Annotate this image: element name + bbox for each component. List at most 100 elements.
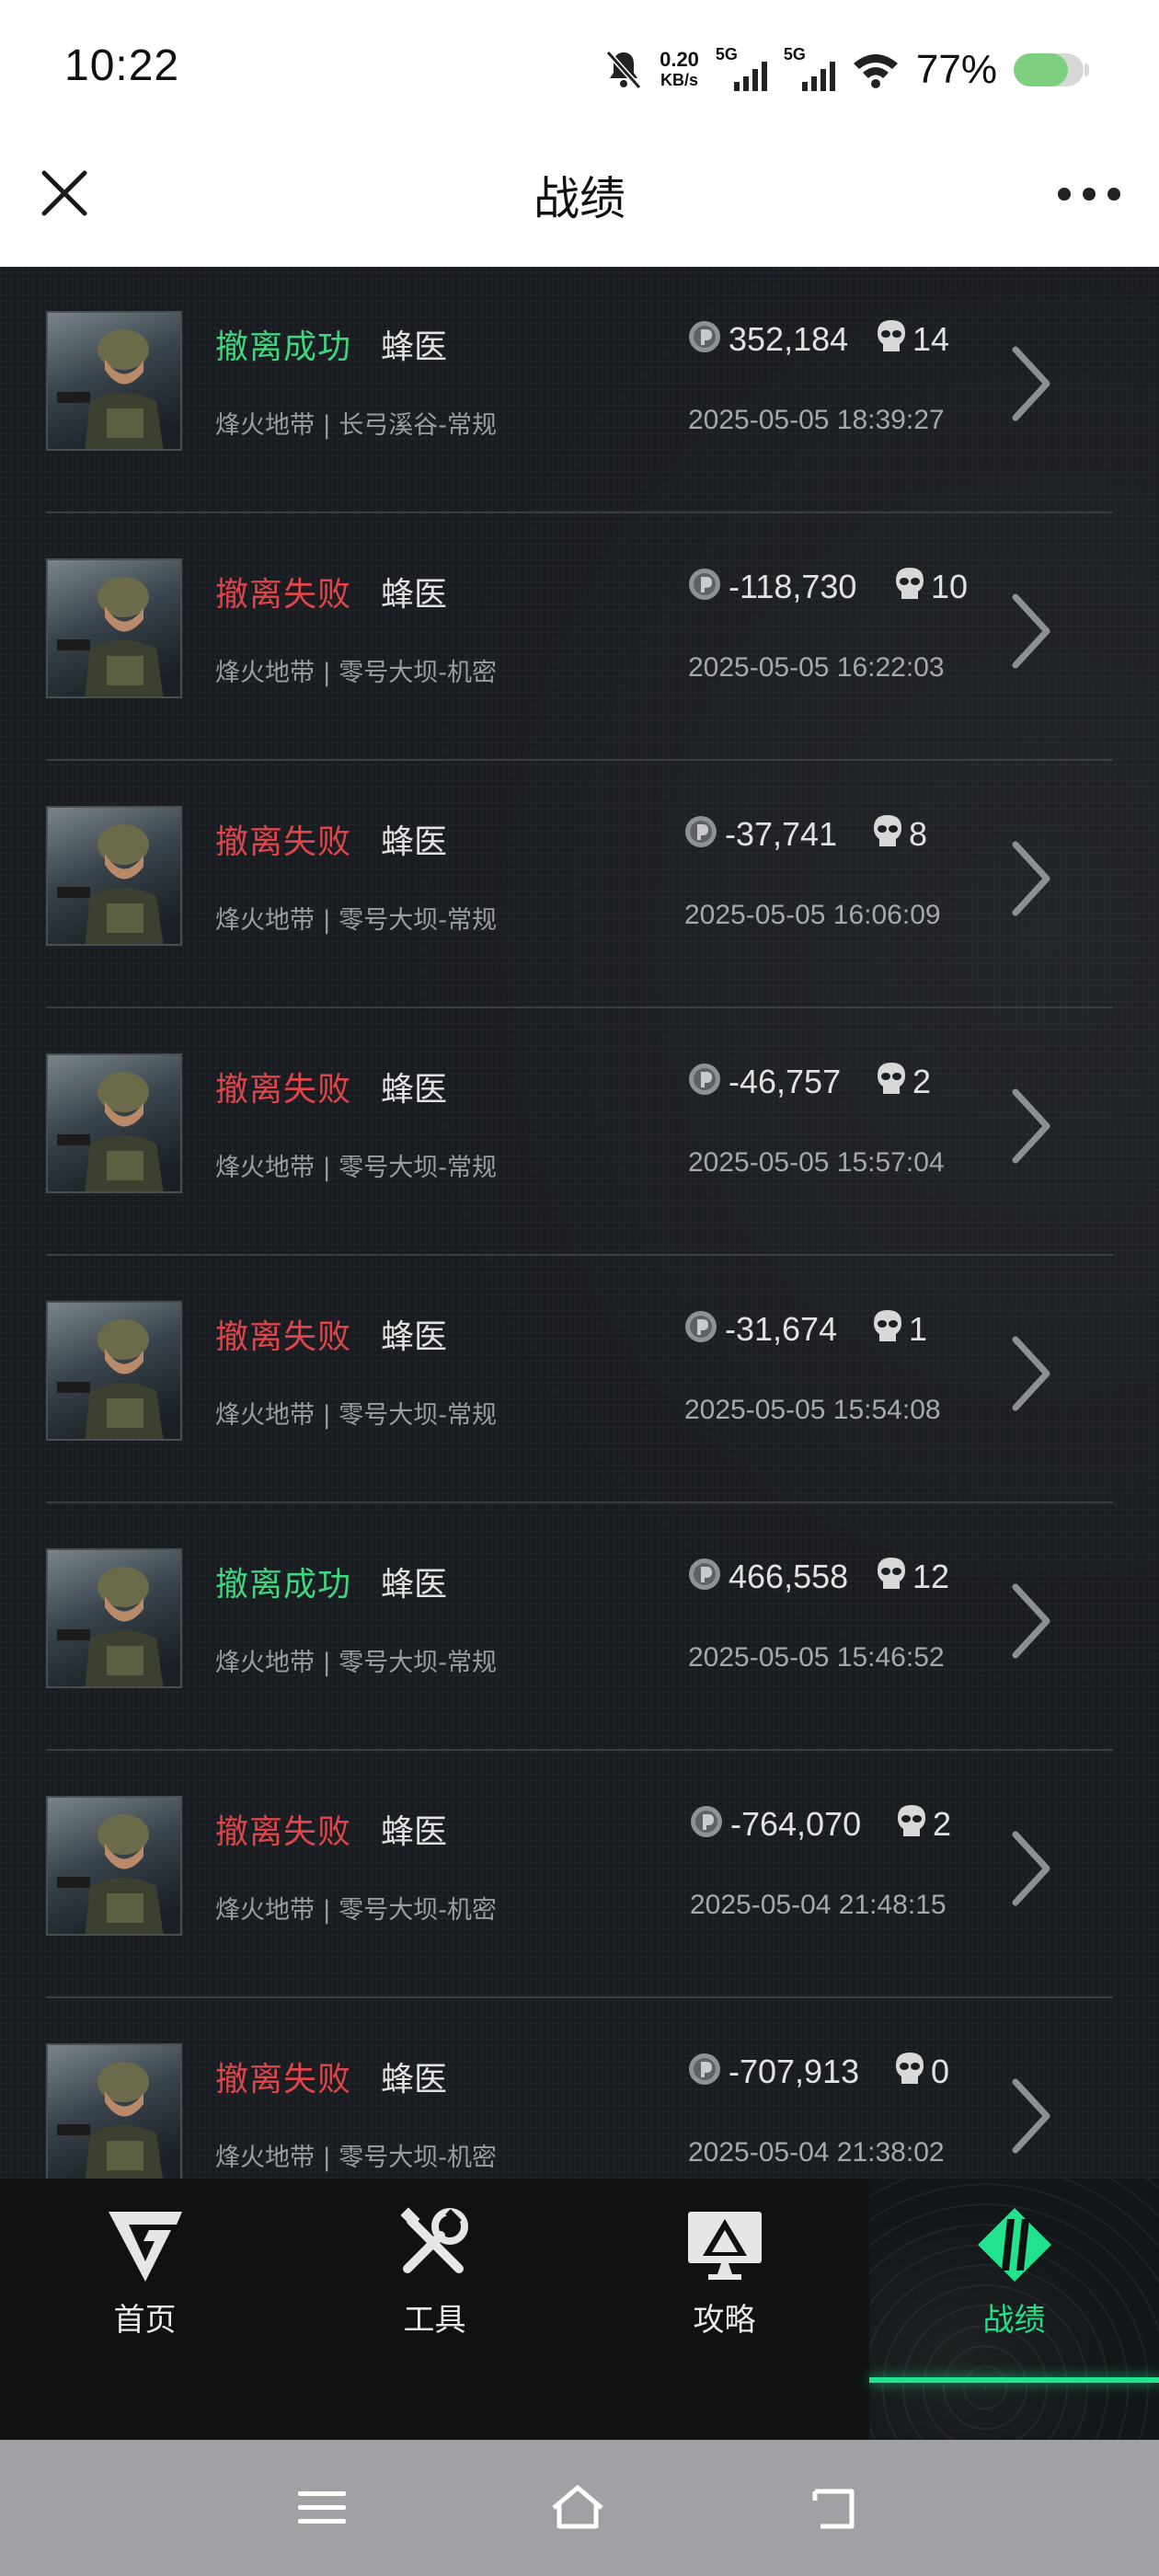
kill-count: 0 bbox=[931, 2053, 950, 2090]
record-row[interactable]: 撤离成功 蜂医 烽火地带 | 零号大坝-常规 466,558 12 2025-0… bbox=[46, 1504, 1113, 1751]
signal-icon bbox=[801, 62, 835, 91]
result-label: 撤离失败 bbox=[215, 576, 352, 614]
chevron-right-icon[interactable] bbox=[1008, 2076, 1054, 2156]
status-icons: 0.20 KB/s 5G 5G 77% bbox=[604, 42, 1089, 98]
match-time: 2025-05-05 15:57:04 bbox=[688, 1147, 945, 1178]
net-speed-unit: KB/s bbox=[660, 71, 699, 89]
chevron-right-icon[interactable] bbox=[1008, 1829, 1054, 1908]
more-icon[interactable] bbox=[1058, 175, 1120, 213]
result-label: 撤离失败 bbox=[215, 1813, 352, 1851]
home-icon[interactable] bbox=[550, 2480, 605, 2536]
map-info: 烽火地带 | 零号大坝-机密 bbox=[215, 659, 498, 687]
kill-count: 8 bbox=[909, 815, 928, 853]
match-time: 2025-05-05 16:22:03 bbox=[688, 652, 945, 683]
operator-name: 蜂医 bbox=[381, 823, 448, 861]
avatar bbox=[46, 806, 182, 946]
avatar bbox=[46, 1053, 182, 1193]
value-amount: 466,558 bbox=[729, 1558, 849, 1595]
match-time: 2025-05-05 18:39:27 bbox=[688, 405, 945, 435]
avatar bbox=[46, 311, 182, 451]
map-info: 烽火地带 | 零号大坝-机密 bbox=[215, 1896, 498, 1925]
chevron-right-icon[interactable] bbox=[1008, 592, 1054, 671]
map-info: 烽火地带 | 长弓溪谷-常规 bbox=[215, 411, 498, 440]
signal-sim2: 5G bbox=[784, 45, 835, 91]
match-time: 2025-05-05 16:06:09 bbox=[684, 900, 941, 930]
chevron-right-icon[interactable] bbox=[1008, 839, 1054, 918]
battery-percent: 77% bbox=[915, 47, 997, 92]
tab-tools[interactable]: 工具 bbox=[290, 2179, 580, 2440]
tab-guide[interactable]: 攻略 bbox=[580, 2179, 869, 2440]
avatar bbox=[46, 1796, 182, 1936]
coin-icon bbox=[691, 1806, 722, 1837]
active-tab-indicator bbox=[869, 2377, 1159, 2383]
record-row[interactable]: 撤离失败 蜂医 烽火地带 | 零号大坝-机密 -707,913 0 2025-0… bbox=[46, 1999, 1113, 2179]
tab-home[interactable]: 首页 bbox=[0, 2179, 290, 2440]
skull-icon bbox=[878, 1063, 905, 1094]
avatar bbox=[46, 558, 182, 698]
record-row[interactable]: 撤离失败 蜂医 烽火地带 | 零号大坝-常规 -31,674 1 2025-05… bbox=[46, 1257, 1113, 1503]
bottom-tab-bar: 首页 工具 攻略 战绩 bbox=[0, 2179, 1159, 2440]
record-row[interactable]: 撤离失败 蜂医 烽火地带 | 零号大坝-常规 -46,757 2 2025-05… bbox=[46, 1009, 1113, 1256]
record-row[interactable]: 撤离成功 蜂医 烽火地带 | 长弓溪谷-常规 352,184 14 2025-0… bbox=[46, 267, 1113, 513]
skull-icon bbox=[874, 815, 901, 846]
operator-name: 蜂医 bbox=[381, 2061, 448, 2099]
kill-count: 2 bbox=[912, 1063, 932, 1100]
coin-icon bbox=[685, 1311, 717, 1342]
operator-name: 蜂医 bbox=[381, 576, 448, 614]
skull-icon bbox=[898, 1805, 925, 1836]
result-label: 撤离失败 bbox=[215, 2061, 352, 2099]
value-amount: -31,674 bbox=[725, 1310, 838, 1348]
tab-records[interactable]: 战绩 bbox=[869, 2179, 1159, 2440]
operator-name: 蜂医 bbox=[381, 328, 448, 366]
tools-icon bbox=[400, 2207, 468, 2273]
value-amount: -118,730 bbox=[729, 568, 857, 605]
signal-icon bbox=[733, 62, 767, 91]
tab-label: 战绩 bbox=[982, 2302, 1046, 2339]
page-title: 战绩 bbox=[534, 172, 625, 225]
net-speed: 0.20 KB/s bbox=[660, 50, 699, 90]
coin-icon bbox=[685, 816, 717, 847]
record-row[interactable]: 撤离失败 蜂医 烽火地带 | 零号大坝-机密 -764,070 2 2025-0… bbox=[46, 1752, 1113, 1998]
chevron-right-icon[interactable] bbox=[1008, 344, 1054, 423]
menu-icon[interactable] bbox=[294, 2480, 350, 2536]
coin-icon bbox=[689, 1558, 720, 1590]
match-time: 2025-05-04 21:38:02 bbox=[688, 2137, 945, 2168]
wifi-icon bbox=[853, 54, 898, 88]
chevron-right-icon[interactable] bbox=[1008, 1581, 1054, 1661]
status-time: 10:22 bbox=[64, 41, 180, 90]
result-label: 撤离失败 bbox=[215, 823, 352, 861]
match-time: 2025-05-04 21:48:15 bbox=[690, 1890, 947, 1920]
bell-muted-icon bbox=[605, 50, 642, 90]
value-amount: -764,070 bbox=[730, 1805, 862, 1843]
signal-sim1: 5G bbox=[716, 45, 767, 91]
operator-name: 蜂医 bbox=[381, 1566, 448, 1604]
map-info: 烽火地带 | 零号大坝-常规 bbox=[215, 906, 498, 935]
back-icon[interactable] bbox=[808, 2480, 863, 2536]
tab-label: 攻略 bbox=[693, 2302, 756, 2339]
battery-icon bbox=[1014, 53, 1089, 86]
value-amount: -707,913 bbox=[729, 2053, 860, 2090]
chevron-right-icon[interactable] bbox=[1008, 1087, 1054, 1166]
operator-name: 蜂医 bbox=[381, 1813, 448, 1851]
map-info: 烽火地带 | 零号大坝-常规 bbox=[215, 1154, 498, 1182]
net-speed-value: 0.20 bbox=[660, 48, 699, 71]
skull-icon bbox=[878, 320, 905, 351]
record-row[interactable]: 撤离失败 蜂医 烽火地带 | 零号大坝-机密 -118,730 10 2025-… bbox=[46, 514, 1113, 761]
avatar bbox=[46, 1301, 182, 1441]
record-list[interactable]: 撤离成功 蜂医 烽火地带 | 长弓溪谷-常规 352,184 14 2025-0… bbox=[0, 267, 1159, 2179]
chevron-right-icon[interactable] bbox=[1008, 1334, 1054, 1413]
kill-count: 10 bbox=[931, 568, 969, 605]
match-time: 2025-05-05 15:54:08 bbox=[684, 1395, 941, 1425]
record-row[interactable]: 撤离失败 蜂医 烽火地带 | 零号大坝-常规 -37,741 8 2025-05… bbox=[46, 762, 1113, 1008]
record-logo-icon bbox=[978, 2208, 1051, 2282]
avatar bbox=[46, 1548, 182, 1688]
skull-icon bbox=[878, 1558, 905, 1589]
map-info: 烽火地带 | 零号大坝-机密 bbox=[215, 2144, 498, 2172]
value-amount: 352,184 bbox=[729, 320, 849, 358]
coin-icon bbox=[689, 1064, 720, 1095]
logo-g-icon bbox=[109, 2212, 182, 2282]
avatar bbox=[46, 2043, 182, 2179]
map-info: 烽火地带 | 零号大坝-常规 bbox=[215, 1649, 498, 1677]
operator-name: 蜂医 bbox=[381, 1071, 448, 1109]
result-label: 撤离成功 bbox=[215, 1566, 352, 1604]
